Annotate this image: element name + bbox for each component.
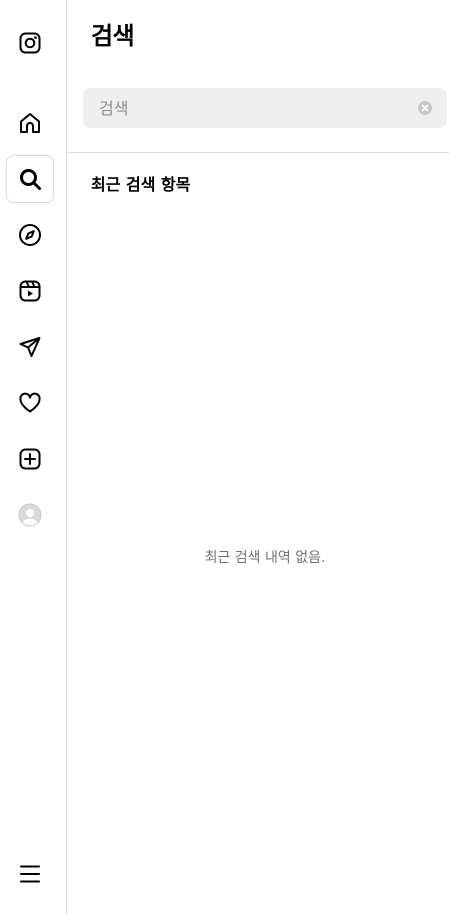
recent-searches-heading: 최근 검색 항목 bbox=[91, 175, 191, 194]
close-icon bbox=[421, 104, 429, 112]
create-plus-icon bbox=[19, 448, 41, 470]
explore-compass-icon bbox=[19, 224, 41, 246]
nav-home-button[interactable] bbox=[6, 99, 54, 147]
home-icon bbox=[20, 113, 40, 133]
nav-create-button[interactable] bbox=[6, 435, 54, 483]
nav-messages-button[interactable] bbox=[6, 323, 54, 371]
notifications-heart-icon bbox=[19, 392, 41, 413]
search-field[interactable] bbox=[83, 88, 447, 128]
nav-explore-button[interactable] bbox=[6, 211, 54, 259]
sidebar-nav bbox=[0, 0, 67, 914]
instagram-logo-icon bbox=[19, 32, 41, 54]
nav-reels-button[interactable] bbox=[6, 267, 54, 315]
clear-search-button[interactable] bbox=[418, 101, 432, 115]
profile-avatar-icon bbox=[18, 503, 42, 527]
search-panel: 검색 최근 검색 항목 최근 검색 내역 없음. bbox=[67, 0, 449, 914]
search-icon bbox=[20, 169, 41, 190]
nav-search-button[interactable] bbox=[6, 155, 54, 203]
more-menu-icon bbox=[20, 865, 40, 883]
nav-notifications-button[interactable] bbox=[6, 379, 54, 427]
search-input[interactable] bbox=[99, 88, 409, 128]
messages-paper-plane-icon bbox=[19, 337, 41, 357]
divider bbox=[67, 152, 449, 153]
recent-searches-empty-message: 최근 검색 내역 없음. bbox=[204, 550, 326, 566]
instagram-logo-button[interactable] bbox=[6, 19, 54, 67]
reels-icon bbox=[19, 280, 41, 302]
nav-more-menu-button[interactable] bbox=[6, 850, 54, 898]
nav-profile-button[interactable] bbox=[6, 491, 54, 539]
panel-title: 검색 bbox=[91, 22, 135, 50]
